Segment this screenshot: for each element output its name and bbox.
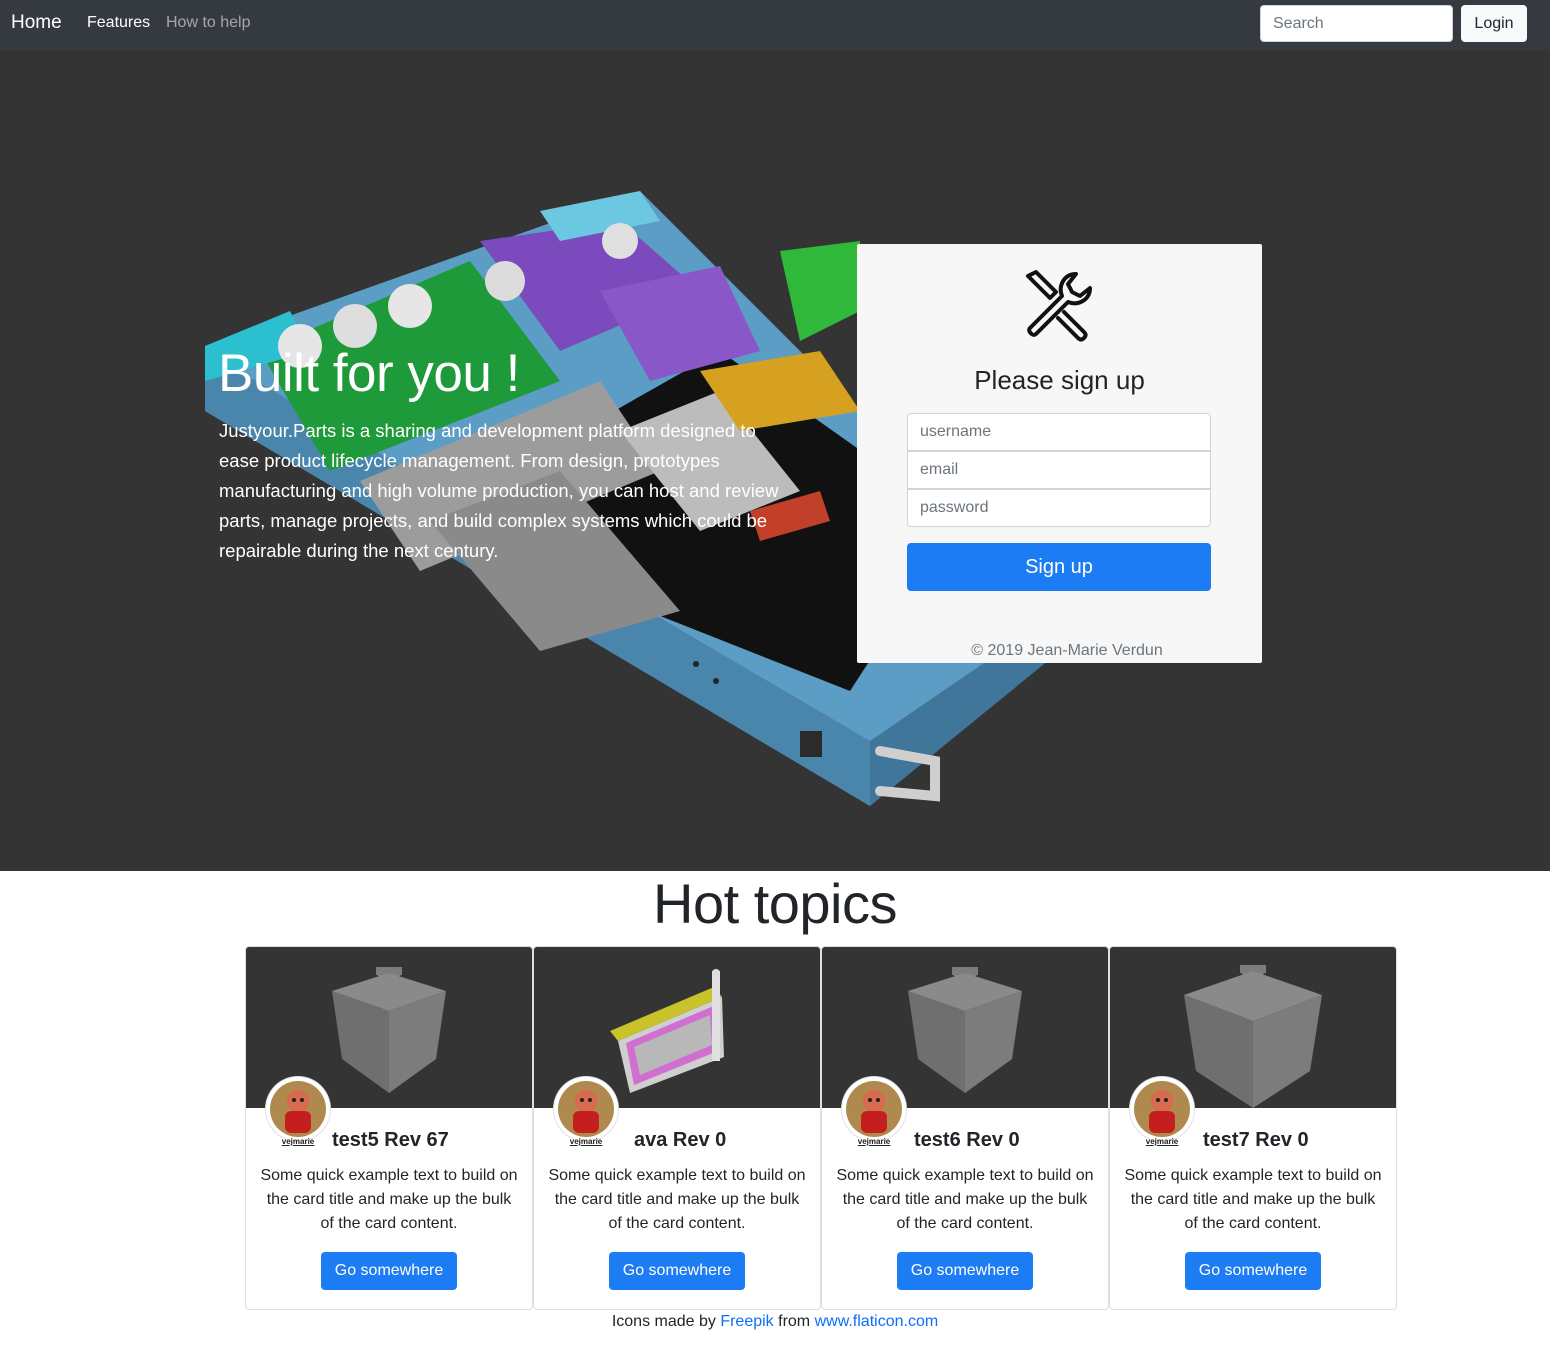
footer-credit: Icons made by Freepik from www.flaticon.… <box>0 1313 1550 1331</box>
hot-topics-title: Hot topics <box>653 872 898 935</box>
search-input[interactable] <box>1260 5 1453 42</box>
card-text: Some quick example text to build on the … <box>548 1167 806 1232</box>
avatar[interactable] <box>554 1077 618 1141</box>
email-field[interactable] <box>907 451 1211 489</box>
top-navbar: Home Features How to help Login <box>0 0 1550 51</box>
topic-card: vejmarie test7 Rev 0 Some quick example … <box>1109 946 1397 1310</box>
wrench-screwdriver-icon <box>1026 270 1092 342</box>
card-text: Some quick example text to build on the … <box>836 1167 1094 1232</box>
user-avatar-image <box>846 1081 902 1137</box>
card-text: Some quick example text to build on the … <box>1124 1167 1382 1232</box>
password-field[interactable] <box>907 489 1211 527</box>
user-avatar-image <box>1134 1081 1190 1137</box>
go-somewhere-button[interactable]: Go somewhere <box>321 1252 457 1290</box>
nav-link-how-to-help[interactable]: How to help <box>166 14 251 32</box>
footer-prefix: Icons made by <box>611 1313 721 1330</box>
topic-card: vejmarie test5 Rev 67 Some quick example… <box>245 946 533 1310</box>
username-field[interactable] <box>907 413 1211 451</box>
login-button[interactable]: Login <box>1461 5 1527 42</box>
hero-title: Built for you ! <box>218 344 520 403</box>
brand-home-link[interactable]: Home <box>11 12 62 34</box>
go-somewhere-button[interactable]: Go somewhere <box>897 1252 1033 1290</box>
card-title: test7 Rev 0 <box>1203 1129 1309 1151</box>
freepik-link[interactable]: Freepik <box>720 1313 773 1330</box>
go-somewhere-button[interactable]: Go somewhere <box>609 1252 745 1290</box>
author-name[interactable]: vejmarie <box>1134 1137 1190 1146</box>
card-title: test6 Rev 0 <box>914 1129 1020 1151</box>
signup-title: Please sign up <box>974 365 1145 395</box>
flaticon-link[interactable]: www.flaticon.com <box>815 1313 939 1330</box>
footer-middle: from <box>773 1313 815 1330</box>
author-name[interactable]: vejmarie <box>846 1137 902 1146</box>
avatar[interactable] <box>842 1077 906 1141</box>
topic-card: vejmarie test6 Rev 0 Some quick example … <box>821 946 1109 1310</box>
avatar[interactable] <box>1130 1077 1194 1141</box>
user-avatar-image <box>270 1081 326 1137</box>
author-name[interactable]: vejmarie <box>270 1137 326 1146</box>
topic-card: vejmarie ava Rev 0 Some quick example te… <box>533 946 821 1310</box>
card-title: test5 Rev 67 <box>332 1129 449 1151</box>
card-title: ava Rev 0 <box>634 1129 727 1151</box>
author-name[interactable]: vejmarie <box>558 1137 614 1146</box>
avatar[interactable] <box>266 1077 330 1141</box>
go-somewhere-button[interactable]: Go somewhere <box>1185 1252 1321 1290</box>
signup-button[interactable]: Sign up <box>907 543 1211 591</box>
user-avatar-image <box>558 1081 614 1137</box>
signup-panel: Please sign up Sign up © 2019 Jean-Marie… <box>857 244 1262 663</box>
hero-section: Built for you ! Justyour.Parts is a shar… <box>0 51 1550 871</box>
copyright-text: © 2019 Jean-Marie Verdun <box>971 642 1163 659</box>
card-text: Some quick example text to build on the … <box>260 1167 518 1232</box>
hero-description: Justyour.Parts is a sharing and developm… <box>219 420 779 561</box>
nav-link-features[interactable]: Features <box>87 14 150 32</box>
